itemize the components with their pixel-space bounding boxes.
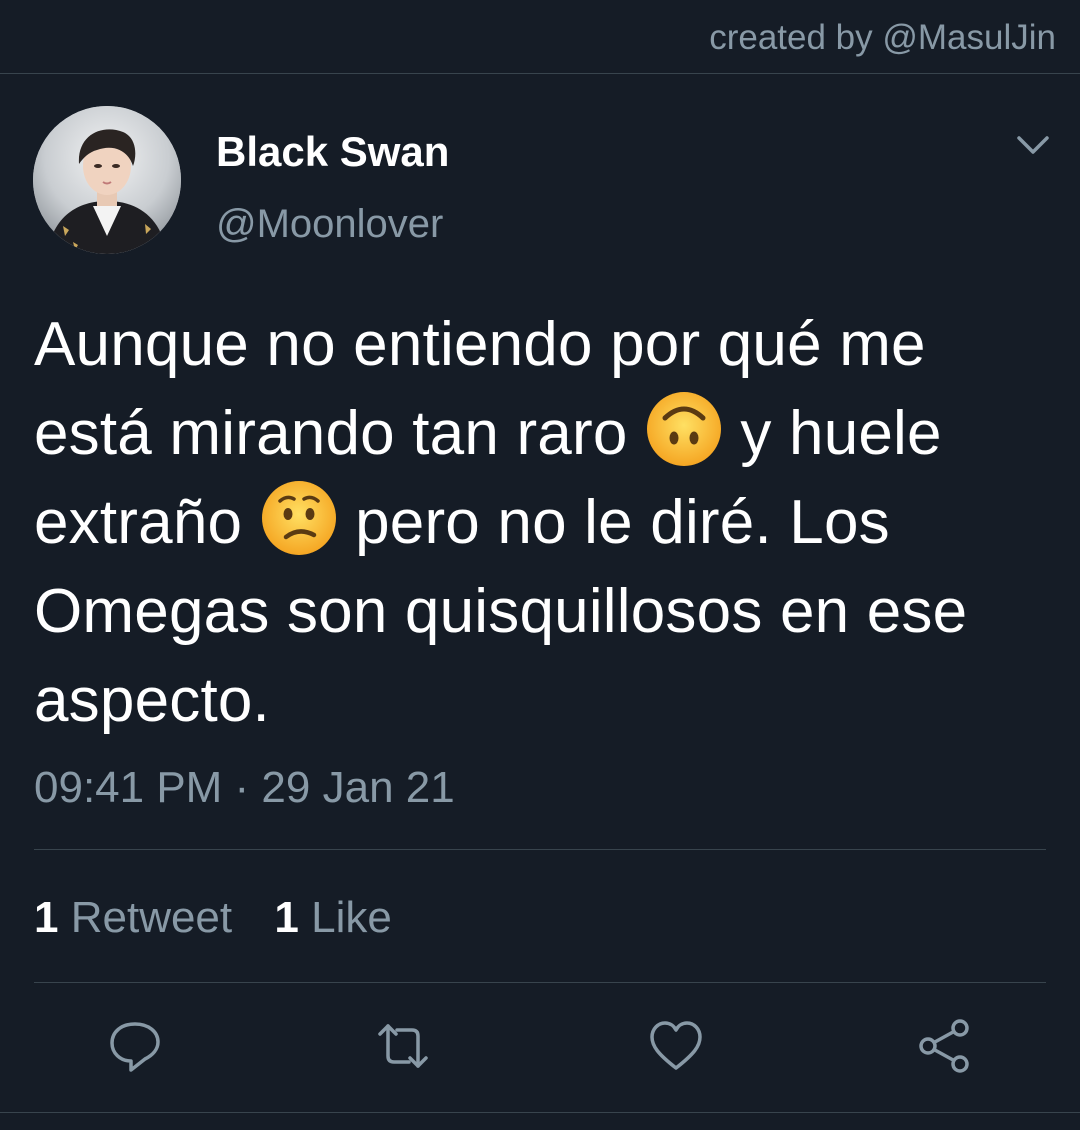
avatar[interactable] [33, 106, 181, 254]
retweets-stat[interactable]: 1 Retweet [34, 893, 232, 942]
divider-bottom [0, 1112, 1080, 1113]
heart-icon[interactable] [648, 1018, 704, 1074]
tweet-timestamp[interactable]: 09:41 PM · 29 Jan 21 [34, 763, 455, 813]
watermark-credit: created by @MasulJin [709, 18, 1056, 57]
confused-face-icon [261, 481, 336, 555]
retweet-icon[interactable] [375, 1018, 431, 1074]
chevron-down-icon[interactable] [1016, 132, 1050, 160]
author-display-name[interactable]: Black Swan [216, 128, 449, 176]
author-handle[interactable]: @Moonlover [216, 202, 443, 247]
tweet-stats: 1 Retweet 1 Like [34, 893, 422, 943]
reply-icon[interactable] [107, 1018, 163, 1074]
avatar-image [33, 106, 181, 254]
tweet-text: Aunque no entiendo por qué me está miran… [34, 300, 1054, 745]
share-icon[interactable] [916, 1018, 972, 1074]
divider [34, 849, 1046, 850]
divider [34, 982, 1046, 983]
retweets-label: Retweet [70, 893, 233, 942]
retweets-count: 1 [34, 893, 59, 942]
upside-down-face-icon [646, 392, 721, 466]
divider-top [0, 73, 1080, 74]
likes-count: 1 [274, 893, 299, 942]
likes-stat[interactable]: 1 Like [274, 893, 391, 942]
likes-label: Like [311, 893, 392, 942]
